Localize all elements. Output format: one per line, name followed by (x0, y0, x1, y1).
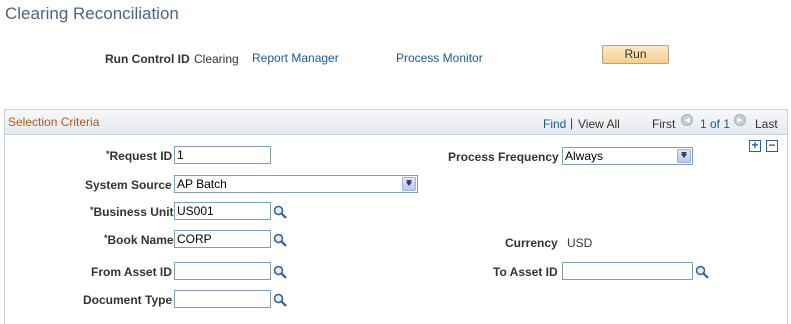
request-id-label: *Request ID (106, 149, 172, 163)
book-name-input[interactable]: CORP (174, 230, 271, 248)
first-label: First (652, 117, 676, 131)
currency-label: Currency (505, 236, 558, 250)
last-label: Last (755, 117, 778, 131)
view-all-link[interactable]: View All (578, 117, 620, 131)
panel-title: Selection Criteria (8, 115, 100, 129)
system-source-value: AP Batch (177, 177, 227, 191)
request-id-label-text: Request ID (109, 149, 173, 163)
chevron-down-icon[interactable] (402, 177, 416, 191)
to-asset-id-label: To Asset ID (493, 265, 558, 279)
business-unit-input[interactable]: US001 (174, 202, 271, 220)
lookup-icon[interactable] (695, 265, 709, 279)
business-unit-label-text: Business Unit (93, 205, 174, 219)
request-id-input[interactable]: 1 (174, 146, 271, 164)
delete-row-button[interactable]: − (766, 139, 778, 152)
process-monitor-link[interactable]: Process Monitor (396, 51, 483, 65)
document-type-input[interactable] (174, 290, 271, 308)
system-source-select[interactable]: AP Batch (174, 175, 418, 193)
nav-separator: | (570, 116, 574, 130)
lookup-icon[interactable] (273, 293, 287, 307)
lookup-icon[interactable] (273, 205, 287, 219)
lookup-icon[interactable] (273, 233, 287, 247)
chevron-down-icon[interactable] (677, 149, 691, 163)
document-type-label: Document Type (83, 293, 173, 307)
report-manager-link[interactable]: Report Manager (252, 51, 339, 65)
process-frequency-value: Always (565, 149, 604, 163)
add-row-button[interactable]: + (749, 139, 761, 152)
page-title: Clearing Reconciliation (5, 4, 179, 23)
business-unit-label: *Business Unit (90, 205, 174, 219)
process-frequency-select[interactable]: Always (562, 147, 693, 165)
run-control-value: Clearing (194, 52, 239, 66)
previous-icon[interactable]: ◀ (681, 114, 693, 126)
next-icon[interactable]: ▶ (734, 114, 746, 126)
run-button[interactable]: Run (602, 45, 669, 64)
from-asset-id-label: From Asset ID (91, 265, 172, 279)
from-asset-id-input[interactable] (174, 262, 271, 280)
run-control-label: Run Control ID (105, 52, 190, 66)
process-frequency-label: Process Frequency (448, 150, 559, 164)
system-source-label: System Source (85, 178, 172, 192)
lookup-icon[interactable] (273, 265, 287, 279)
to-asset-id-input[interactable] (562, 262, 693, 280)
pager-text: 1 of 1 (700, 117, 731, 131)
currency-value: USD (567, 236, 593, 250)
find-link[interactable]: Find (543, 117, 566, 131)
book-name-label: *Book Name (104, 233, 174, 247)
book-name-label-text: Book Name (107, 233, 174, 247)
